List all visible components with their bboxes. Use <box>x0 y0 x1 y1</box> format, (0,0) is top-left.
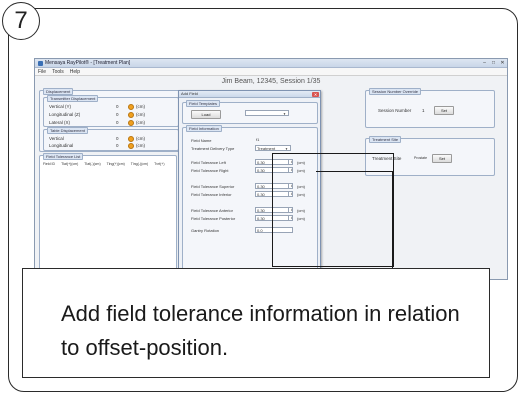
field-name-label: Field Name <box>191 138 212 143</box>
status-dot-icon <box>128 112 134 119</box>
column-header[interactable]: Tlng(+)(cm) <box>107 162 125 166</box>
field-information-title: Field Information <box>186 125 222 132</box>
tolerance-left-label: Field Tolerance Left <box>191 160 226 165</box>
window-controls: – □ ✕ <box>480 60 507 67</box>
column-header[interactable]: Tlat(+)(cm) <box>61 162 78 166</box>
delivery-type-label: Treatment Delivery Type <box>191 146 235 151</box>
template-select[interactable]: ▼ <box>245 110 289 116</box>
window-title: Mensaya RayPilot® - [Treatment Plan] <box>45 60 131 66</box>
transmitter-vertical-value: 0 <box>116 104 119 109</box>
transmitter-lateral-unit: (cm) <box>136 120 145 125</box>
tolerance-superior-label: Field Tolerance Superior <box>191 184 235 189</box>
application-screenshot: Mensaya RayPilot® - [Treatment Plan] – □… <box>34 58 508 280</box>
transmitter-longitudinal-value: 0 <box>116 112 119 117</box>
field-name-input[interactable]: f1 <box>255 137 283 143</box>
transmitter-vertical-unit: (cm) <box>136 104 145 109</box>
dialog-close-button[interactable]: ✕ <box>312 91 319 97</box>
tolerance-posterior-label: Field Tolerance Posterior <box>191 216 236 221</box>
instruction-text: Add field tolerance information in relat… <box>61 301 460 360</box>
table-displacement-panel: Table Displacement Vertical 0 (cm) Longi… <box>43 127 179 151</box>
table-longitudinal-label: Longitudinal <box>49 143 74 148</box>
session-set-button[interactable]: Set <box>434 106 454 115</box>
column-header[interactable]: Tlat(-)(cm) <box>84 162 100 166</box>
gantry-rotation-label: Gantry Rotation <box>191 228 220 233</box>
field-templates-title: Field Templates <box>186 100 220 107</box>
transmitter-longitudinal-unit: (cm) <box>136 112 145 117</box>
load-button[interactable]: Load <box>191 110 221 119</box>
window-titlebar: Mensaya RayPilot® - [Treatment Plan] – □… <box>35 59 507 68</box>
status-dot-icon <box>128 136 134 143</box>
transmitter-lateral-label: Lateral (X) <box>49 120 71 125</box>
minimize-button[interactable]: – <box>480 60 489 67</box>
table-longitudinal-unit: (cm) <box>136 143 145 148</box>
session-number-label: Session Number <box>378 108 412 113</box>
treatment-site-title: Treatment Site <box>369 136 402 143</box>
session-number-title: Session Number Override <box>369 88 422 95</box>
chevron-down-icon: ▼ <box>285 147 288 151</box>
displacement-panel: Displacement Transmitter Displacement Ve… <box>39 88 181 152</box>
tolerance-list-header: Field ID Tlat(+)(cm) Tlat(-)(cm) Tlng(+)… <box>43 162 171 166</box>
transmitter-longitudinal-label: Longitudinal (Z) <box>49 112 81 117</box>
tolerance-inferior-label: Field Tolerance Inferior <box>191 192 232 197</box>
menu-help[interactable]: Help <box>70 69 80 75</box>
session-number-value: 1 <box>422 108 425 113</box>
column-header[interactable]: Field ID <box>43 162 55 166</box>
status-dot-icon <box>128 143 134 150</box>
menu-file[interactable]: File <box>38 69 46 75</box>
chevron-down-icon: ▼ <box>283 112 286 116</box>
transmitter-displacement-panel: Transmitter Displacement Vertical (Y) 0 … <box>43 95 179 127</box>
dialog-titlebar: Add Field ✕ <box>179 91 320 98</box>
step-number-badge: 7 <box>2 2 40 40</box>
field-templates-panel: Field Templates Load ▼ <box>182 100 318 124</box>
session-number-panel: Session Number Override Session Number 1… <box>365 88 495 128</box>
treatment-site-set-button[interactable]: Set <box>432 154 452 163</box>
displacement-title: Displacement <box>43 88 74 95</box>
tolerance-right-label: Field Tolerance Right <box>191 168 229 173</box>
table-displacement-title: Table Displacement <box>47 127 88 134</box>
callout-leader-line <box>392 171 393 268</box>
session-header: Jim Beam, 12345, Session 1/35 <box>221 78 321 85</box>
transmitter-lateral-value: 0 <box>116 120 119 125</box>
table-vertical-label: Vertical <box>49 136 64 141</box>
status-dot-icon <box>128 104 134 111</box>
transmitter-displacement-title: Transmitter Displacement <box>47 95 99 102</box>
transmitter-vertical-label: Vertical (Y) <box>49 104 72 109</box>
app-icon <box>38 60 43 66</box>
delivery-type-select[interactable]: Treatment ▼ <box>255 145 291 151</box>
treatment-site-value: Prostate <box>414 156 428 160</box>
field-tolerance-list-panel: Field Tolerance List Field ID Tlat(+)(cm… <box>39 153 177 279</box>
dialog-title: Add Field <box>181 91 198 96</box>
table-longitudinal-value: 0 <box>116 143 119 148</box>
close-window-button[interactable]: ✕ <box>498 60 507 67</box>
table-vertical-value: 0 <box>116 136 119 141</box>
menu-bar: File Tools Help <box>35 68 507 76</box>
field-tolerance-list-title: Field Tolerance List <box>43 153 84 160</box>
status-dot-icon <box>128 120 134 127</box>
column-header[interactable]: Tvrt(+) <box>154 162 164 166</box>
table-vertical-unit: (cm) <box>136 136 145 141</box>
tolerance-anterior-label: Field Tolerance Anterior <box>191 208 233 213</box>
callout-leader-line <box>316 171 393 172</box>
column-header[interactable]: Tlng(-)(cm) <box>131 162 148 166</box>
instruction-callout: Add field tolerance information in relat… <box>22 268 490 378</box>
maximize-button[interactable]: □ <box>489 60 498 67</box>
menu-tools[interactable]: Tools <box>52 69 64 75</box>
